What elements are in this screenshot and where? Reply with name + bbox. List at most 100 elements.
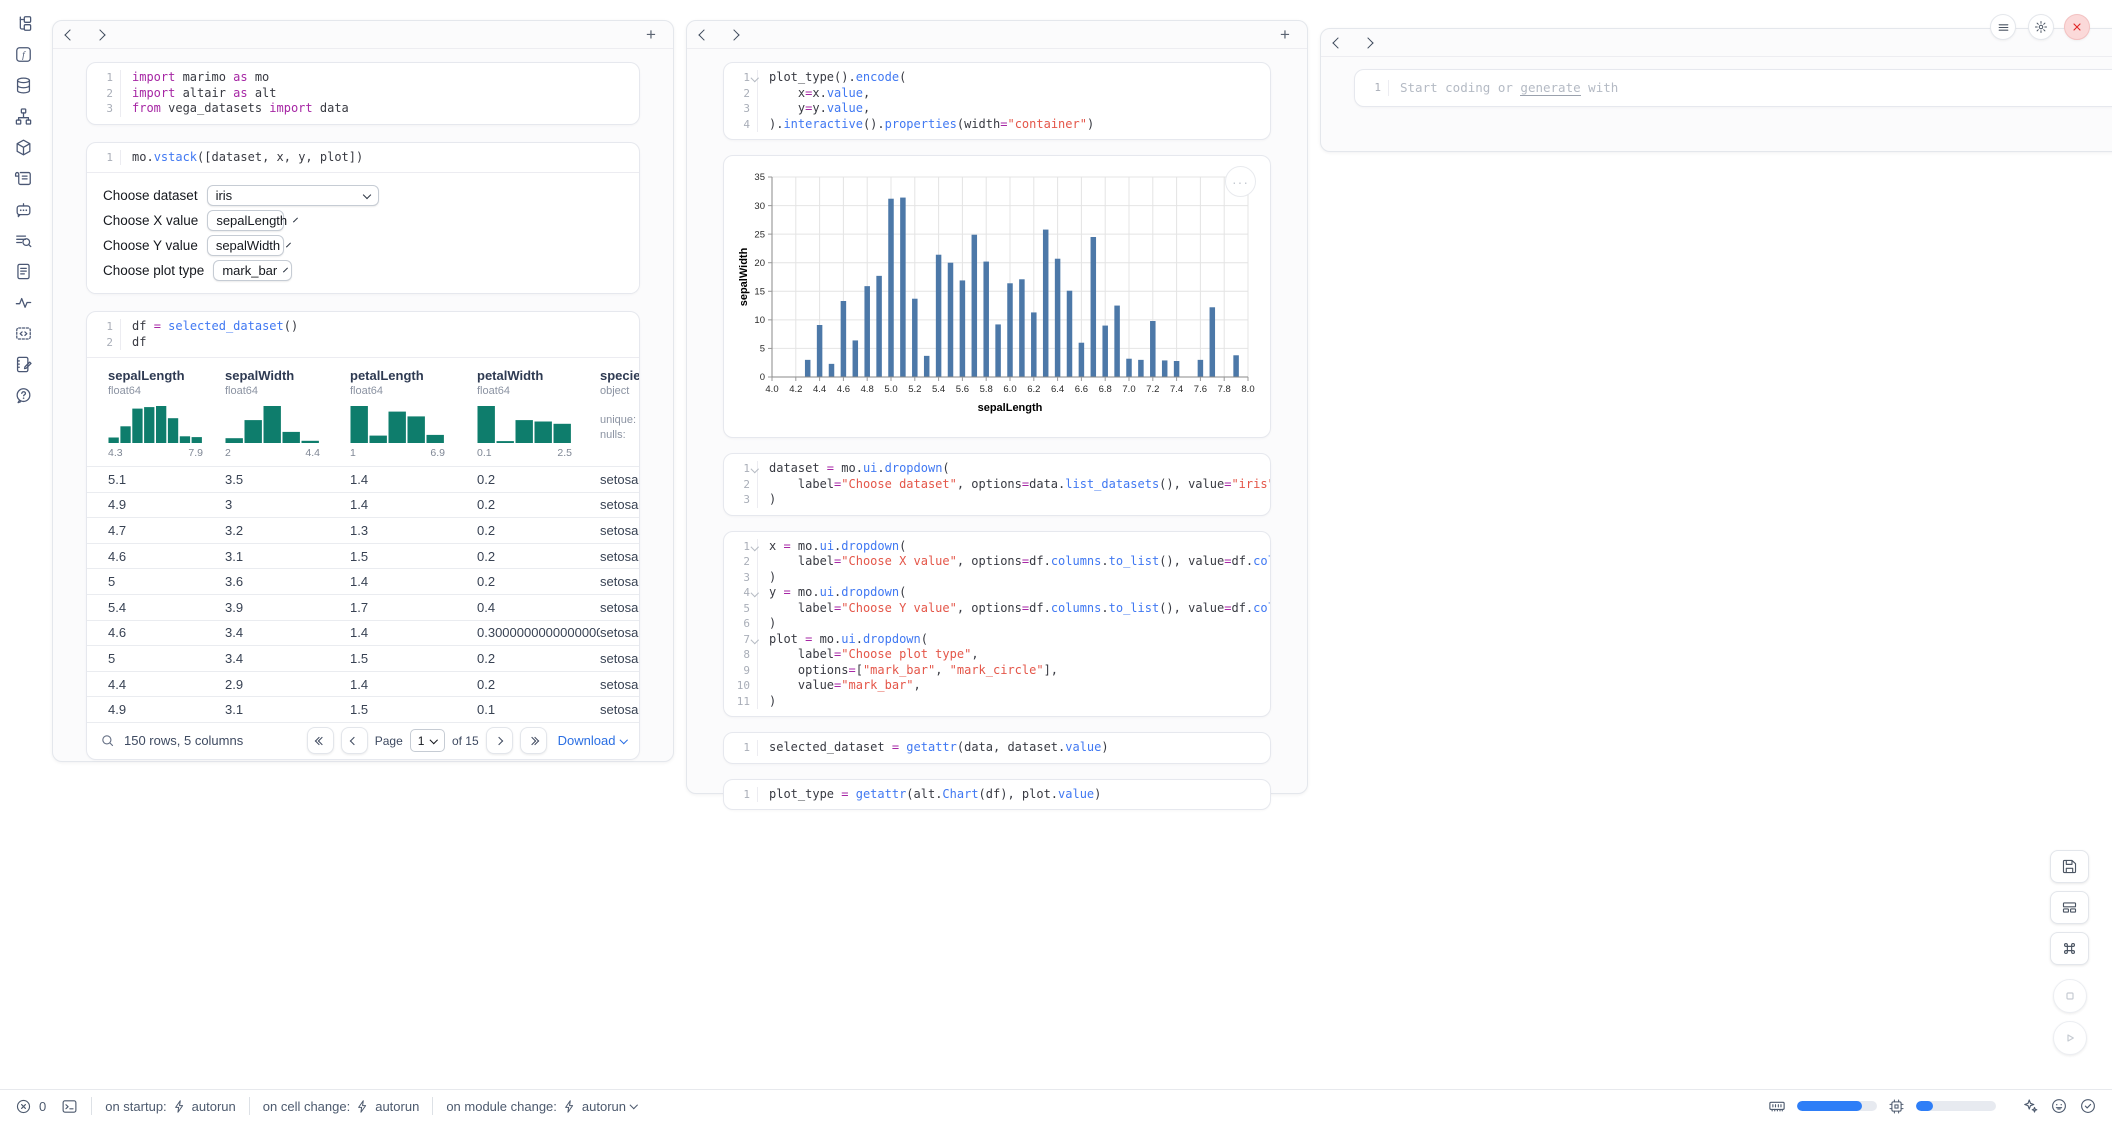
fold-chevron-icon[interactable] [750,465,758,473]
code-line[interactable]: 4).interactive().properties(width="conta… [724,117,1270,133]
sidebar-item-tracing[interactable] [10,291,36,313]
code-line[interactable]: 2df [87,335,639,351]
code-line[interactable]: 2 label="Choose dataset", options=data.l… [724,477,1270,493]
terminal-button[interactable] [61,1098,78,1115]
table-row[interactable]: 4.73.21.30.2setosa [87,517,639,543]
code-cell-plot[interactable]: 1plot_type().encode(2 x=x.value,3 y=y.va… [723,62,1271,140]
sidebar-item-documentation[interactable] [10,167,36,189]
menu-button[interactable] [1990,14,2016,40]
bar-chart[interactable]: 4.04.24.44.64.85.05.25.45.65.86.06.26.46… [736,169,1258,424]
panel-nav-forward-icon[interactable] [728,29,739,40]
code-line[interactable]: 3) [724,570,1270,586]
panel-nav-forward-icon[interactable] [94,29,105,40]
last-page-button[interactable] [520,727,547,754]
search-icon[interactable] [100,733,115,748]
fold-chevron-icon[interactable] [750,74,758,82]
empty-code-cell[interactable]: 1 Start coding or generate with [1354,69,2112,107]
first-page-button[interactable] [307,727,334,754]
code-cell-imports[interactable]: 1import marimo as mo2import altair as al… [86,62,640,125]
code-line[interactable]: 1import marimo as mo [87,70,639,86]
copilot-button[interactable] [2050,1097,2068,1115]
editor-placeholder[interactable]: Start coding or generate with [1389,80,1618,96]
table-row[interactable]: 5.13.51.40.2setosa [87,466,639,492]
code-cell-selected-dataset[interactable]: 1selected_dataset = getattr(data, datase… [723,732,1271,764]
table-row[interactable]: 4.931.40.2setosa [87,492,639,518]
code-line[interactable]: 1selected_dataset = getattr(data, datase… [724,740,1270,756]
code-line[interactable]: 2import altair as alt [87,86,639,102]
panel-nav-back-icon[interactable] [64,29,75,40]
fold-chevron-icon[interactable] [750,542,758,550]
code-line[interactable]: 1plot_type().encode( [724,70,1270,86]
code-line[interactable]: 1df = selected_dataset() [87,319,639,335]
panel-nav-back-icon[interactable] [698,29,709,40]
dropdown-choose-dataset[interactable]: iris [207,185,379,206]
code-line[interactable]: 1mo.vstack([dataset, x, y, plot]) [87,150,639,166]
code-line[interactable]: 1dataset = mo.ui.dropdown( [724,461,1270,477]
code-line[interactable]: 10 value="mark_bar", [724,678,1270,694]
dropdown-choose-plot-type[interactable]: mark_bar [213,260,292,281]
runtime-setting-3[interactable]: on module change:autorun [446,1099,636,1114]
runtime-setting-2[interactable]: on cell change:autorun [263,1099,420,1114]
code-line[interactable]: 7plot = mo.ui.dropdown( [724,632,1270,648]
add-cell-button[interactable] [1276,26,1294,43]
sidebar-item-logs[interactable] [10,229,36,251]
code-line[interactable]: 3 y=y.value, [724,101,1270,117]
sidebar-item-file-explorer[interactable] [10,12,36,34]
panel-nav-forward-icon[interactable] [1362,37,1373,48]
sidebar-item-snippets[interactable] [10,322,36,344]
connection-status-button[interactable] [2079,1097,2097,1115]
code-line[interactable]: 11) [724,694,1270,710]
save-button[interactable] [2050,850,2089,883]
sidebar-item-ai-chat[interactable] [10,198,36,220]
panel-nav-back-icon[interactable] [1332,37,1343,48]
code-line[interactable]: 1plot_type = getattr(alt.Chart(df), plot… [724,787,1270,803]
code-editor[interactable]: 1selected_dataset = getattr(data, datase… [724,733,1270,763]
stop-button[interactable] [2053,979,2087,1013]
sidebar-item-dependencies[interactable] [10,105,36,127]
sidebar-item-datasources[interactable] [10,74,36,96]
code-editor[interactable]: 1x = mo.ui.dropdown(2 label="Choose X va… [724,532,1270,717]
column-header-sepalLength[interactable]: sepalLengthfloat644.37.9 [108,368,225,466]
sidebar-item-scratchpad[interactable] [10,353,36,375]
code-editor[interactable]: 1plot_type().encode(2 x=x.value,3 y=y.va… [724,63,1270,139]
code-line[interactable]: 2 label="Choose X value", options=df.col… [724,554,1270,570]
sidebar-item-variables[interactable]: f [10,43,36,65]
code-cell-plot-type[interactable]: 1plot_type = getattr(alt.Chart(df), plot… [723,779,1271,811]
download-button[interactable]: Download [558,733,626,748]
keyboard-shortcuts-button[interactable] [2050,932,2089,965]
code-line[interactable]: 9 options=["mark_bar", "mark_circle"], [724,663,1270,679]
code-line[interactable]: 3from vega_datasets import data [87,101,639,117]
layout-button[interactable] [2050,891,2089,924]
table-row[interactable]: 4.93.11.50.1setosa [87,696,639,722]
code-line[interactable]: 6) [724,616,1270,632]
code-editor[interactable]: 1dataset = mo.ui.dropdown(2 label="Choos… [724,454,1270,515]
next-page-button[interactable] [486,727,513,754]
page-select[interactable]: 1 [410,729,445,752]
prev-page-button[interactable] [341,727,368,754]
code-cell-vstack[interactable]: 1mo.vstack([dataset, x, y, plot]) Choose… [86,142,640,295]
settings-button[interactable] [2028,14,2054,40]
ai-assist-button[interactable] [2021,1097,2039,1115]
code-line[interactable]: 5 label="Choose Y value", options=df.col… [724,601,1270,617]
code-editor[interactable]: 1mo.vstack([dataset, x, y, plot]) [87,143,639,173]
chart-menu-button[interactable] [1225,166,1256,197]
sidebar-item-outline[interactable] [10,260,36,282]
add-cell-button[interactable] [642,26,660,43]
sidebar-item-packages[interactable] [10,136,36,158]
code-line[interactable]: 1x = mo.ui.dropdown( [724,539,1270,555]
run-button[interactable] [2053,1021,2087,1055]
code-line[interactable]: 2 x=x.value, [724,86,1270,102]
code-line[interactable]: 8 label="Choose plot type", [724,647,1270,663]
runtime-setting-1[interactable]: on startup:autorun [105,1099,236,1114]
column-header-sepalWidth[interactable]: sepalWidthfloat6424.4 [225,368,350,466]
table-row[interactable]: 4.63.11.50.2setosa [87,543,639,569]
code-cell-dataset[interactable]: 1dataset = mo.ui.dropdown(2 label="Choos… [723,453,1271,516]
table-row[interactable]: 4.42.91.40.2setosa [87,671,639,697]
code-editor[interactable]: 1df = selected_dataset()2df [87,312,639,357]
code-cell-xyplot[interactable]: 1x = mo.ui.dropdown(2 label="Choose X va… [723,531,1271,718]
fold-chevron-icon[interactable] [750,635,758,643]
column-header-petalLength[interactable]: petalLengthfloat6416.9 [350,368,477,466]
errors-button[interactable] [15,1098,32,1115]
code-editor[interactable]: 1plot_type = getattr(alt.Chart(df), plot… [724,780,1270,810]
column-header-petalWidth[interactable]: petalWidthfloat640.12.5 [477,368,600,466]
